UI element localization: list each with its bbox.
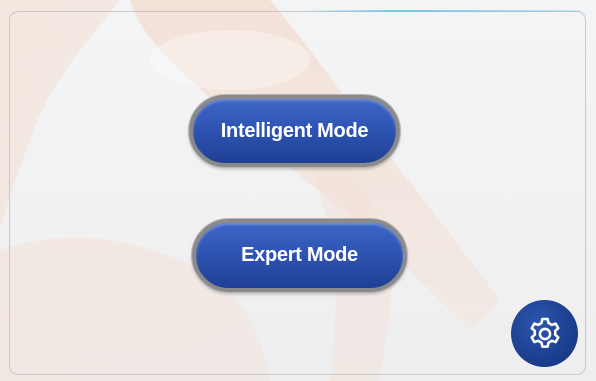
intelligent-mode-button[interactable]: Intelligent Mode — [189, 95, 400, 167]
expert-mode-button[interactable]: Expert Mode — [192, 219, 407, 292]
expert-mode-label: Expert Mode — [241, 244, 358, 266]
frame-accent-line — [300, 10, 580, 12]
main-screen: Intelligent Mode Expert Mode — [0, 0, 596, 381]
gear-icon — [526, 315, 564, 353]
settings-button[interactable] — [511, 300, 578, 367]
content-frame — [9, 11, 586, 375]
intelligent-mode-label: Intelligent Mode — [220, 119, 369, 142]
